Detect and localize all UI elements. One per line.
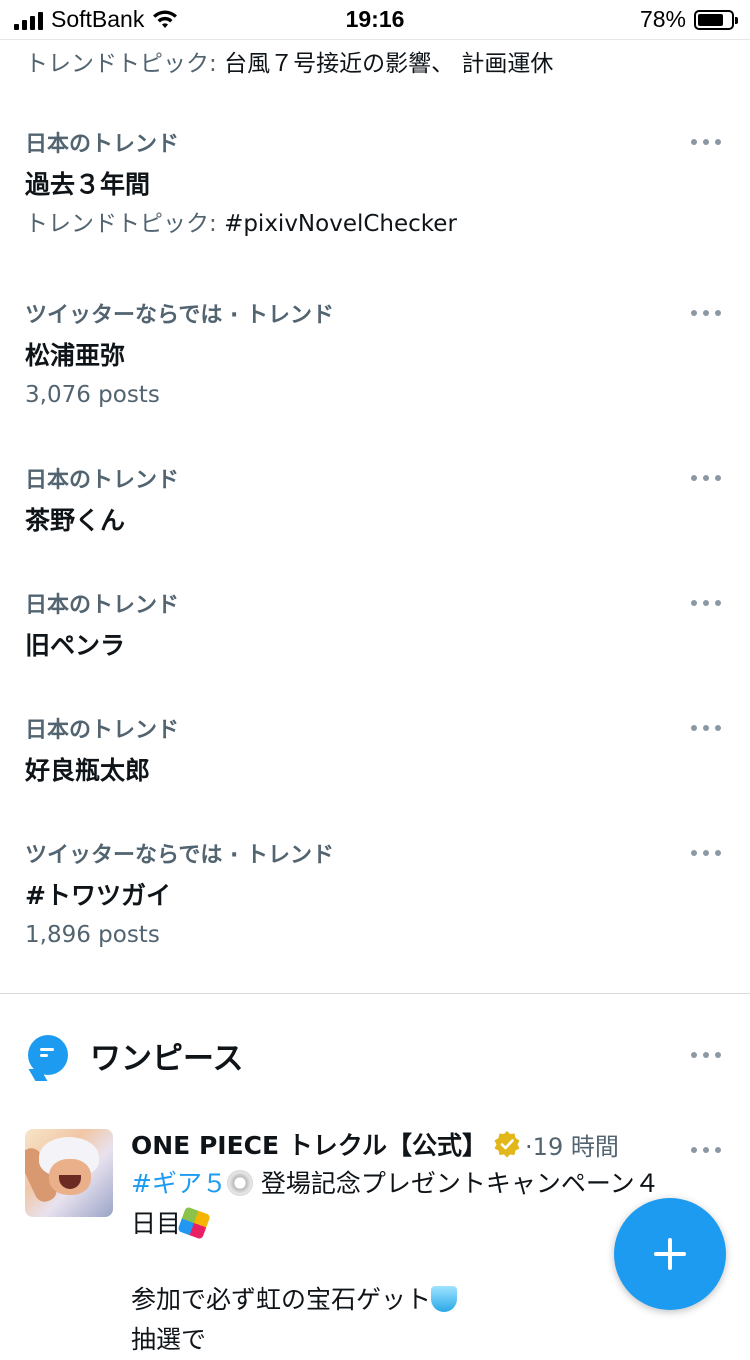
trend-item[interactable]: 日本のトレンド 好良瓶太郎 xyxy=(25,716,725,792)
trend-post-count: 3,076 posts xyxy=(25,382,160,408)
trend-category: ツイッターならでは · トレンド xyxy=(25,843,335,868)
trend-topics-prefix: トレンドトピック: xyxy=(25,51,217,77)
trend-item[interactable]: 日本のトレンド 茶野くん xyxy=(25,466,725,542)
trend-topics-prefix: トレンドトピック: xyxy=(25,211,217,237)
clock: 19:16 xyxy=(345,6,405,32)
trend-name: 旧ペンラ xyxy=(25,631,126,660)
section-title: ワンピース xyxy=(90,1040,244,1077)
tweet-line-text: 参加で必ず虹の宝石ゲット xyxy=(131,1285,432,1314)
tweet-header: ONE PIECE トレクル【公式】 ·19 時間 xyxy=(131,1126,725,1162)
status-right: 78% xyxy=(639,6,738,33)
trend-name: 茶野くん xyxy=(25,506,126,535)
trend-topics-line[interactable]: トレンドトピック: 台風７号接近の影響、 計画運休 xyxy=(25,44,553,78)
trend-post-count: 1,896 posts xyxy=(25,922,160,948)
more-options-icon[interactable] xyxy=(691,718,721,738)
status-bar: SoftBank 19:16 78% xyxy=(0,0,750,40)
trend-category: 日本のトレンド xyxy=(25,718,180,743)
tweet-line-text: 日目 xyxy=(131,1209,182,1238)
tweet-line-text: 抽選で xyxy=(131,1325,207,1354)
more-options-icon[interactable] xyxy=(691,593,721,613)
trend-topics-text: 台風７号接近の影響、 計画運休 xyxy=(224,51,554,77)
more-options-icon[interactable] xyxy=(691,468,721,488)
section-divider xyxy=(0,993,750,994)
trend-name: 好良瓶太郎 xyxy=(25,756,151,785)
more-options-icon[interactable] xyxy=(691,303,721,323)
gem-emoji-icon xyxy=(431,1286,458,1312)
trend-item[interactable]: ツイッターならでは · トレンド #トワツガイ 1,896 posts xyxy=(25,841,725,951)
gear-emoji-icon xyxy=(226,1170,253,1196)
hashtag-link[interactable]: #ギア５ xyxy=(131,1169,227,1198)
more-options-icon[interactable] xyxy=(691,132,721,152)
tweet-line: #ギア５ 登場記念プレゼントキャンペーン４ xyxy=(131,1164,721,1204)
avatar[interactable] xyxy=(25,1129,113,1217)
topic-bubble-icon xyxy=(28,1035,68,1081)
party-popper-emoji-icon xyxy=(177,1206,211,1240)
trend-category: 日本のトレンド xyxy=(25,468,180,493)
trend-name: #トワツガイ xyxy=(25,881,171,910)
battery-icon xyxy=(694,9,738,30)
trend-item[interactable]: 日本のトレンド 過去３年間 トレンドトピック: #pixivNovelCheck… xyxy=(25,130,725,240)
tweet-line-text: 登場記念プレゼントキャンペーン４ xyxy=(252,1169,660,1198)
trend-name: 松浦亜弥 xyxy=(25,341,126,370)
trend-topics-text: #pixivNovelChecker xyxy=(224,211,457,237)
trend-topics: トレンドトピック: #pixivNovelChecker xyxy=(25,208,725,240)
trend-item[interactable]: ツイッターならでは · トレンド 松浦亜弥 3,076 posts xyxy=(25,301,725,411)
author-name[interactable]: ONE PIECE トレクル【公式】 xyxy=(131,1126,487,1162)
compose-button[interactable] xyxy=(614,1198,726,1310)
trend-item[interactable]: 日本のトレンド 旧ペンラ xyxy=(25,591,725,667)
trend-category: ツイッターならでは · トレンド xyxy=(25,303,335,328)
battery-percent: 78% xyxy=(639,6,686,32)
trend-category: 日本のトレンド xyxy=(25,132,180,157)
trend-category: 日本のトレンド xyxy=(25,593,180,618)
tweet-time: ·19 時間 xyxy=(525,1132,619,1161)
more-options-icon[interactable] xyxy=(691,1140,721,1160)
topic-section-header[interactable]: ワンピース xyxy=(28,1030,725,1081)
trend-name: 過去３年間 xyxy=(25,170,151,199)
more-options-icon[interactable] xyxy=(691,1045,721,1065)
more-options-icon[interactable] xyxy=(691,843,721,863)
tweet-line: 抽選で xyxy=(131,1320,721,1360)
gold-check-icon xyxy=(493,1130,521,1158)
